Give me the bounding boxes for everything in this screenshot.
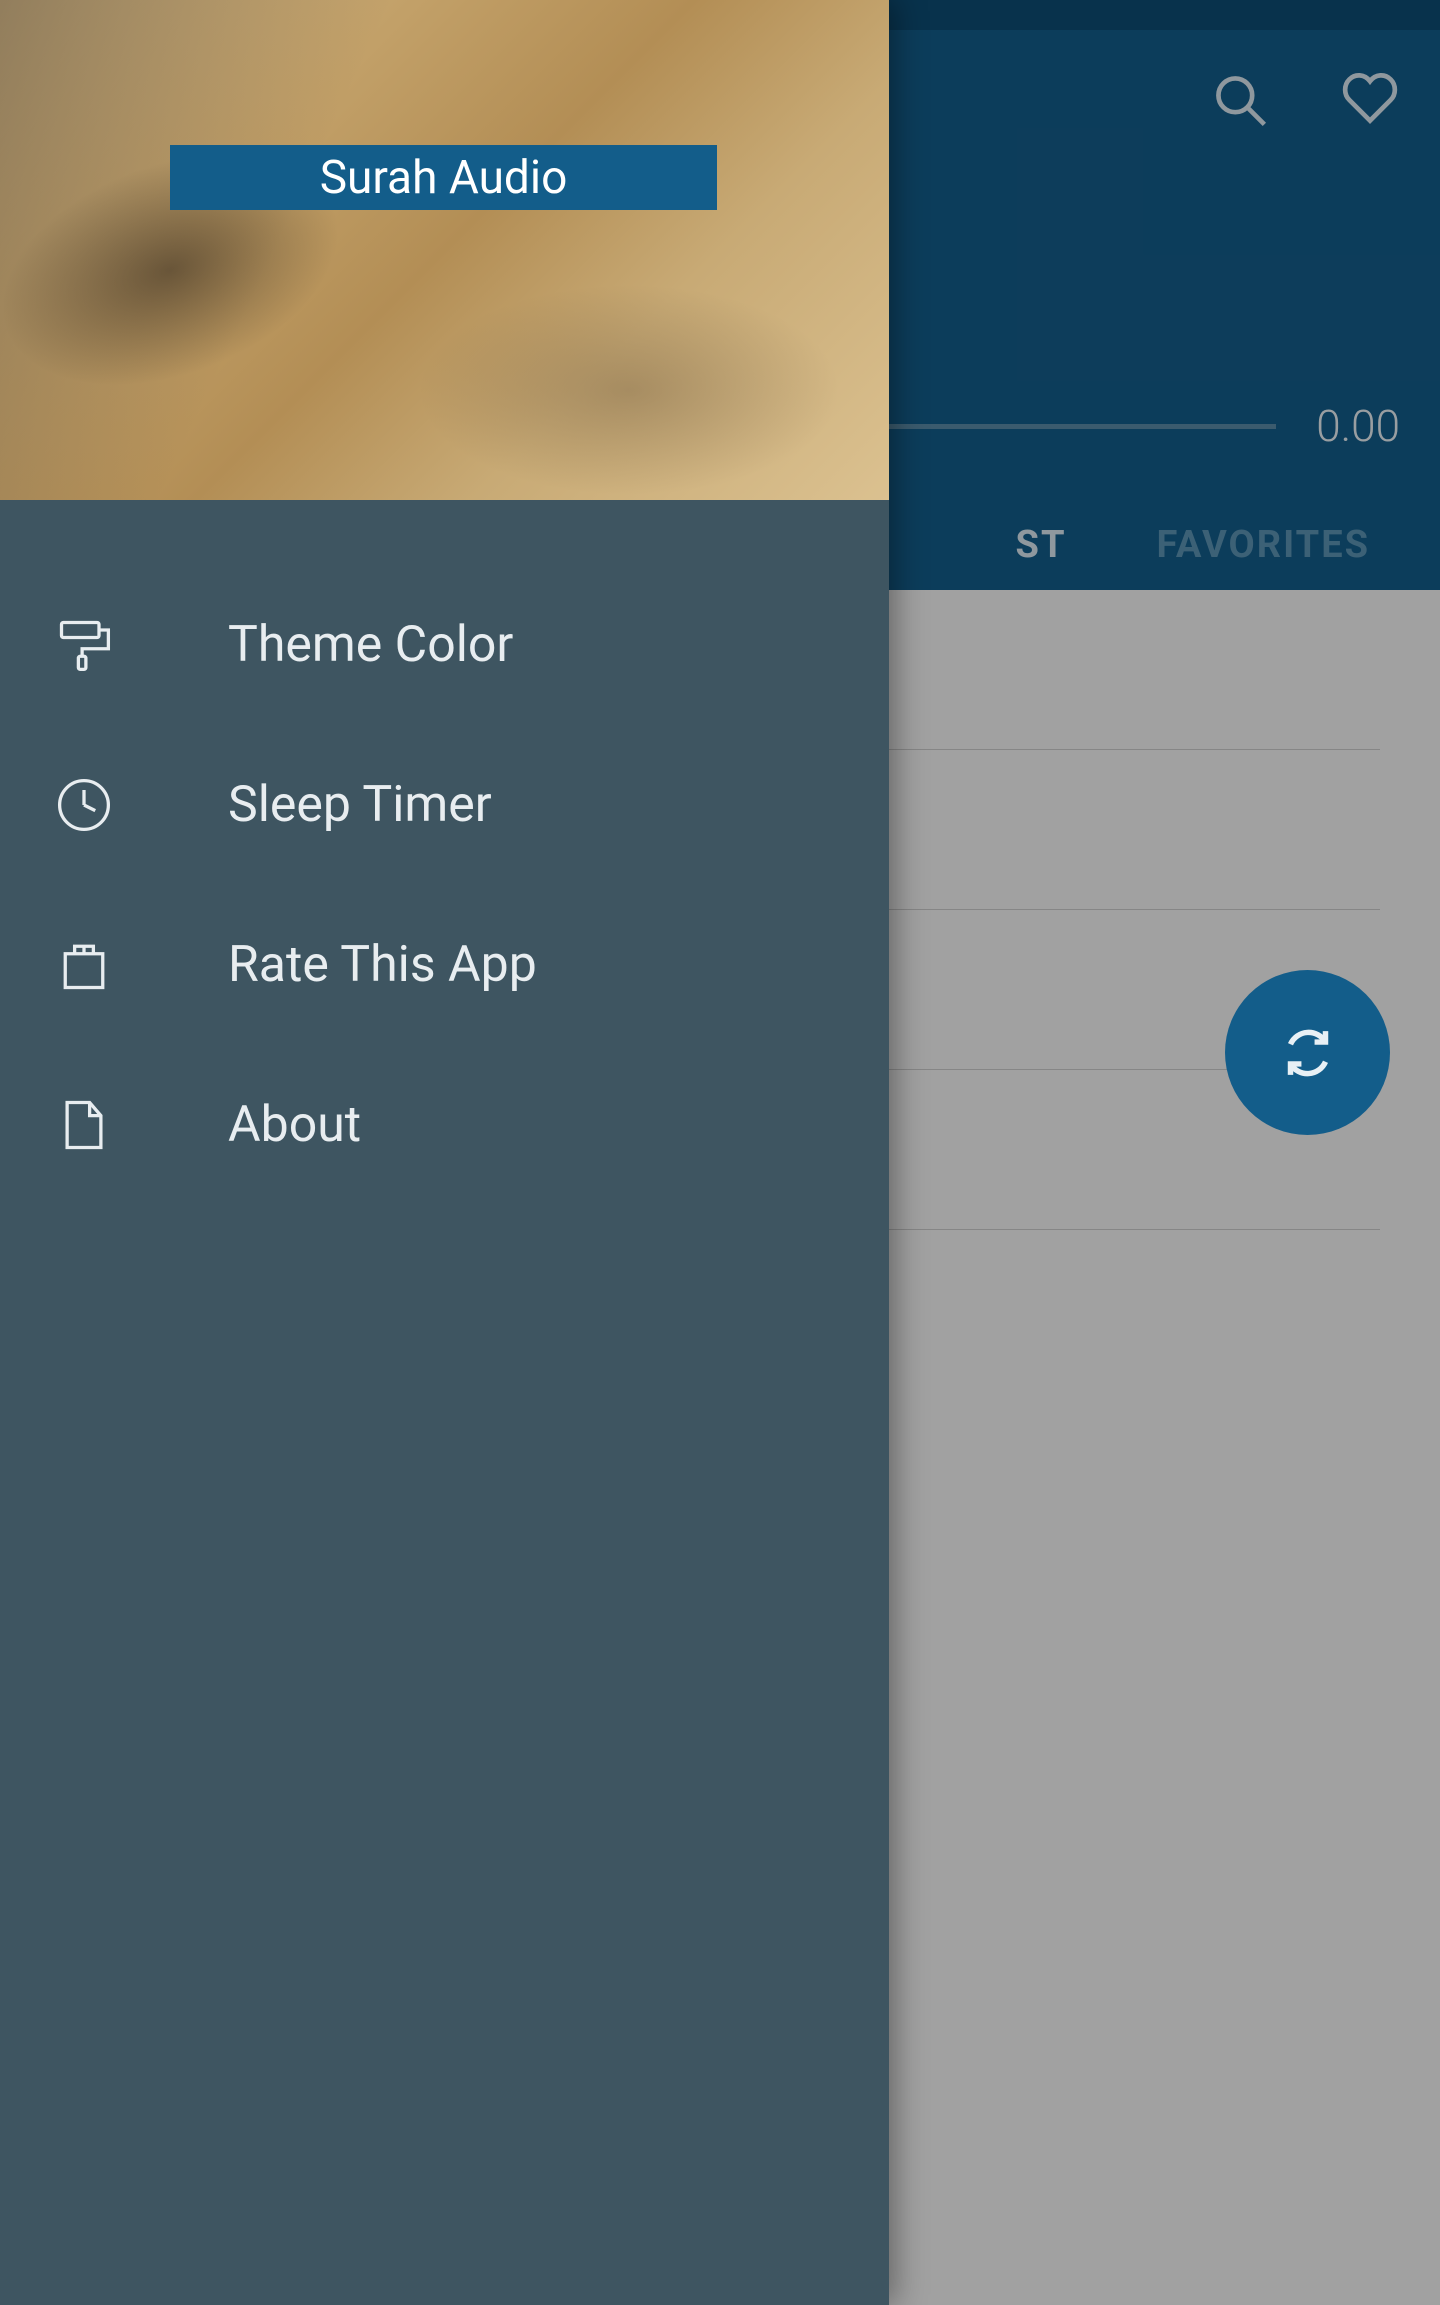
menu-rate-app[interactable]: Rate This App [0,885,889,1045]
menu-label: Rate This App [228,936,537,994]
shopping-bag-icon [50,931,118,999]
menu-label: About [228,1096,361,1154]
paint-roller-icon [50,611,118,679]
navigation-drawer: Surah Audio Theme Color Sleep Timer Rate… [0,0,889,2305]
menu-label: Theme Color [228,616,513,674]
menu-sleep-timer[interactable]: Sleep Timer [0,725,889,885]
sync-fab[interactable] [1225,970,1390,1135]
app-title: Surah Audio [170,145,717,210]
drawer-header: Surah Audio [0,0,889,500]
menu-label: Sleep Timer [228,776,492,834]
file-icon [50,1091,118,1159]
clock-icon [50,771,118,839]
menu-about[interactable]: About [0,1045,889,1205]
menu-theme-color[interactable]: Theme Color [0,565,889,725]
drawer-menu: Theme Color Sleep Timer Rate This App Ab… [0,500,889,1205]
